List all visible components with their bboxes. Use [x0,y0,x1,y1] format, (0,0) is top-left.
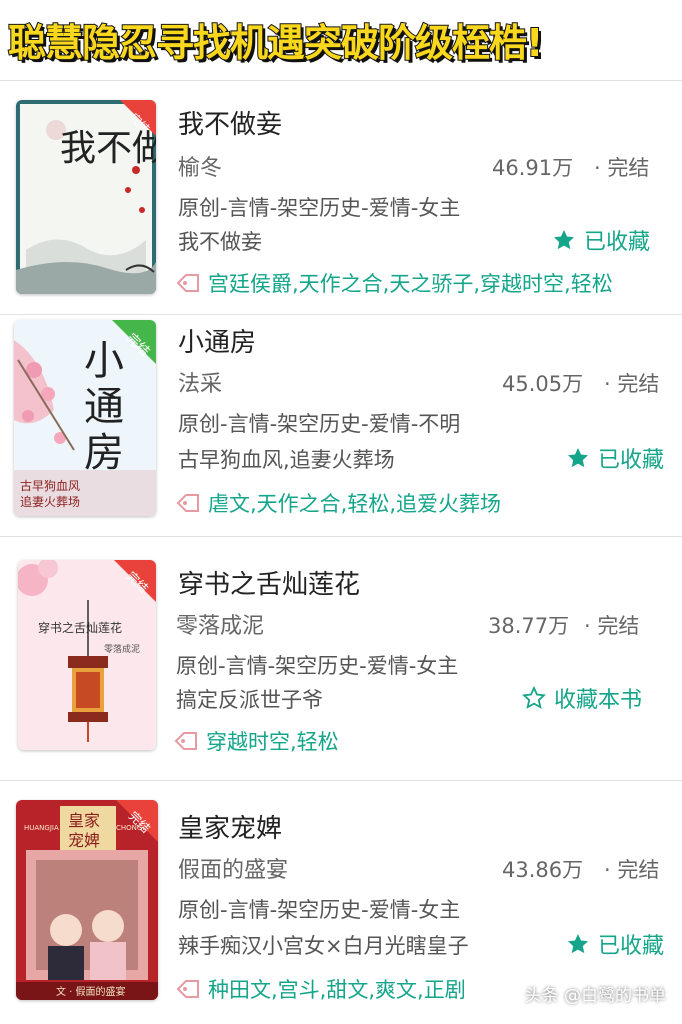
star-filled-icon [568,448,588,468]
book-title[interactable]: 皇家宠婢 [178,808,282,845]
star-filled-icon [568,934,588,954]
book-intro: 古早狗血风,追妻火葬场 [178,448,395,472]
tag-icon [174,732,197,750]
favorite-button[interactable]: 已收藏 [566,928,664,960]
tags-text[interactable]: 穿越时空,轻松 [206,726,339,756]
svg-text:房: 房 [84,430,124,476]
book-tags: 穿越时空,轻松 [174,726,339,756]
svg-text:通: 通 [84,384,124,430]
book-status: · 完结 [584,614,640,638]
star-filled-icon [554,230,574,250]
favorite-button[interactable]: 已收藏 [552,224,650,256]
tags-text[interactable]: 种田文,宫斗,甜文,爽文,正剧 [208,974,466,1004]
book-author[interactable]: 榆冬 [178,150,222,182]
word-count: 43.86万 [502,858,584,882]
cover-line: 古早狗血风 [20,478,80,493]
tags-text[interactable]: 宫廷侯爵,天作之合,天之骄子,穿越时空,轻松 [208,268,613,298]
favorite-label: 收藏本书 [554,688,643,713]
favorite-label: 已收藏 [598,934,665,959]
book-cover[interactable]: 穿书之舌灿莲花 零落成泥 完结 [18,560,156,750]
book-cover[interactable]: 小 通 房 古早狗血风 追妻火葬场 完结 [14,320,156,516]
favorite-label: 已收藏 [584,230,651,255]
book-intro: 我不做妾 [178,230,262,254]
book-status: · 完结 [604,858,660,882]
watermark: 头条 @白鹭的书单 [524,986,666,1006]
star-outline-icon [522,686,546,709]
tags-text[interactable]: 虐文,天作之合,轻松,追爱火葬场 [208,488,501,518]
favorite-label: 已收藏 [598,448,665,473]
book-genre: 原创-言情-架空历史-爱情-女主 [178,898,461,922]
book-status: · 完结 [594,156,650,180]
cover-title-text: 穿书之舌灿莲花 [38,620,122,635]
word-count: 46.91万 [492,156,574,180]
book-tags: 虐文,天作之合,轻松,追爱火葬场 [176,488,501,518]
book-card[interactable]: 我不做妾 完结 我不做妾 榆冬 46.91万 · 完结 原创-言情-架空历史-爱… [0,80,682,314]
book-card[interactable]: 穿书之舌灿莲花 零落成泥 完结 穿书之舌灿莲花 零落成泥 38.77万 · 完结… [0,536,682,780]
word-count: 45.05万 [502,372,584,396]
banner-headline: 聪慧隐忍寻找机遇突破阶级桎梏! [7,20,544,66]
book-author[interactable]: 法采 [178,366,222,398]
tag-icon [176,494,199,512]
word-count: 38.77万 [488,614,570,638]
book-intro: 辣手痴汉小宫女×白月光瞎皇子 [178,934,469,958]
book-genre: 原创-言情-架空历史-爱情-女主 [176,654,459,678]
book-intro: 搞定反派世子爷 [176,688,323,712]
book-tags: 宫廷侯爵,天作之合,天之骄子,穿越时空,轻松 [176,268,613,298]
book-genre: 原创-言情-架空历史-爱情-不明 [178,412,461,436]
cover-author-text: 零落成泥 [104,643,140,655]
tag-icon [176,980,199,998]
cover-title-text: 皇家 [68,811,100,830]
book-author[interactable]: 零落成泥 [176,608,264,640]
promo-banner: 聪慧隐忍寻找机遇突破阶级桎梏! [0,0,682,72]
book-card[interactable]: 小 通 房 古早狗血风 追妻火葬场 完结 小通房 法采 45.05万 · 完结 … [0,314,682,536]
book-author[interactable]: 假面的盛宴 [178,852,288,884]
favorite-button[interactable]: 收藏本书 [522,682,642,714]
book-cover[interactable]: 皇家 宠婢 HUANGJIA CHONGBI 文 · 假面的盛宴 完结 [16,800,158,1000]
tag-icon [176,274,199,292]
book-genre: 原创-言情-架空历史-爱情-女主 [178,196,461,220]
book-tags: 种田文,宫斗,甜文,爽文,正剧 [176,974,466,1004]
cover-title-text: 宠婢 [68,831,100,850]
svg-text:小: 小 [84,338,124,384]
book-status: · 完结 [604,372,660,396]
cover-pinyin: HUANGJIA [24,824,59,832]
book-title[interactable]: 小通房 [178,322,256,359]
cover-line: 追妻火葬场 [20,494,80,509]
cover-footer: 文 · 假面的盛宴 [56,985,126,998]
book-cover[interactable]: 我不做妾 完结 [16,100,156,294]
book-title[interactable]: 穿书之舌灿莲花 [178,564,360,601]
book-title[interactable]: 我不做妾 [178,104,282,141]
favorite-button[interactable]: 已收藏 [566,442,664,474]
